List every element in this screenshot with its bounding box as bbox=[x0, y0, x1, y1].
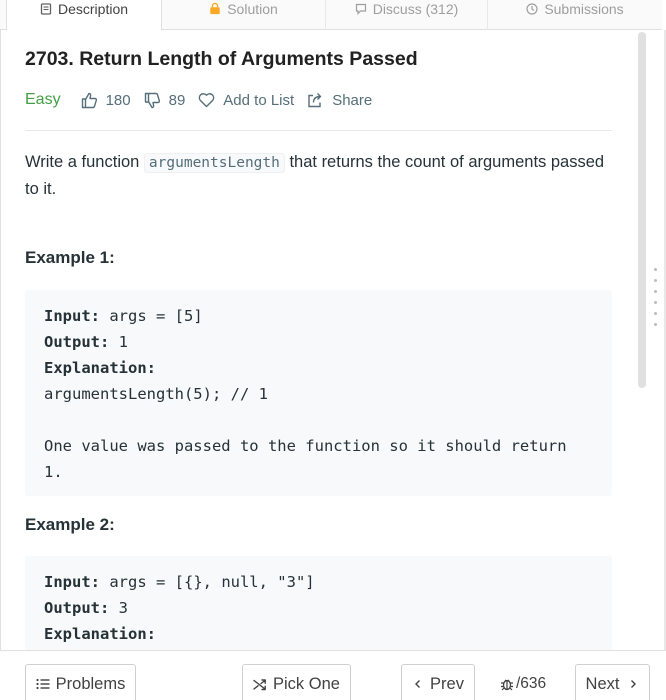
output-label: Output: bbox=[44, 599, 110, 617]
input-label: Input: bbox=[44, 573, 100, 591]
tab-solution[interactable]: Solution bbox=[162, 0, 326, 30]
tab-submissions[interactable]: Submissions bbox=[488, 0, 662, 30]
add-to-list-label: Add to List bbox=[223, 91, 295, 109]
statement-text: Write a function bbox=[25, 153, 144, 171]
inline-code: argumentsLength bbox=[143, 153, 285, 173]
panel-left-border bbox=[0, 30, 1, 650]
example-1-block: Input: args = [5] Output: 1 Explanation: ar… bbox=[25, 290, 612, 496]
comment-icon bbox=[355, 3, 367, 15]
share-icon bbox=[308, 93, 322, 108]
resize-handle[interactable] bbox=[654, 268, 658, 326]
bug-icon bbox=[501, 679, 513, 691]
problems-button[interactable]: Problems bbox=[25, 664, 136, 700]
explanation-label: Explanation: bbox=[44, 359, 156, 377]
share-button[interactable]: Share bbox=[307, 92, 372, 109]
problems-label: Problems bbox=[55, 674, 126, 693]
input-value: args = [{}, null, "3"] bbox=[100, 573, 315, 591]
problem-statement: Write a function argumentsLength that re… bbox=[25, 149, 612, 202]
explanation-line: argumentsLength(5); // 1 bbox=[44, 385, 268, 403]
pick-one-button[interactable]: Pick One bbox=[242, 664, 351, 700]
output-value: 1 bbox=[109, 333, 128, 351]
chevron-left-icon bbox=[415, 680, 421, 688]
output-label: Output: bbox=[44, 333, 110, 351]
heart-icon bbox=[198, 93, 215, 108]
example-2-title: Example 2: bbox=[25, 515, 115, 534]
share-label: Share bbox=[332, 91, 373, 109]
example-1-title: Example 1: bbox=[25, 248, 115, 267]
tab-solution-label: Solution bbox=[227, 1, 278, 17]
chevron-right-icon bbox=[631, 680, 637, 688]
explanation-line bbox=[44, 407, 593, 433]
prev-button[interactable]: Prev bbox=[401, 664, 475, 700]
divider bbox=[25, 130, 612, 131]
tab-discuss-label: Discuss (312) bbox=[372, 1, 459, 17]
scrollbar-thumb[interactable] bbox=[638, 32, 646, 388]
dislike-count: 89 bbox=[168, 91, 186, 109]
counter-label: /636 bbox=[516, 675, 547, 692]
add-to-list-button[interactable]: Add to List bbox=[198, 92, 294, 109]
tab-discuss[interactable]: Discuss (312) bbox=[326, 0, 488, 30]
difficulty-badge: Easy bbox=[25, 91, 61, 108]
thumbs-up-icon bbox=[81, 92, 97, 108]
document-icon bbox=[40, 3, 52, 15]
list-icon bbox=[36, 678, 50, 690]
next-label: Next bbox=[585, 674, 620, 693]
prev-label: Prev bbox=[430, 674, 464, 693]
explanation-label: Explanation: bbox=[44, 625, 156, 643]
next-button[interactable]: Next bbox=[575, 664, 650, 700]
tab-bar: Description Solution Discuss (312) Submi… bbox=[0, 0, 662, 31]
tab-description[interactable]: Description bbox=[6, 0, 162, 31]
like-button[interactable]: 180 bbox=[81, 92, 131, 109]
tab-description-label: Description bbox=[57, 1, 129, 17]
explanation-line: 1. bbox=[44, 463, 63, 481]
bottom-toolbar: Problems Pick One Prev /636 Next bbox=[0, 650, 666, 700]
problem-meta: Easy 180 89 Add to List Share bbox=[25, 90, 385, 110]
problem-counter: /636 bbox=[500, 675, 546, 693]
like-count: 180 bbox=[105, 91, 131, 109]
dislike-button[interactable]: 89 bbox=[144, 91, 186, 109]
pick-one-label: Pick One bbox=[273, 674, 340, 693]
thumbs-down-icon bbox=[144, 92, 160, 108]
output-value: 3 bbox=[109, 599, 128, 617]
problem-title: 2703. Return Length of Arguments Passed bbox=[25, 48, 418, 70]
shuffle-icon bbox=[253, 678, 266, 690]
tab-submissions-label: Submissions bbox=[544, 1, 624, 17]
clock-icon bbox=[526, 3, 538, 15]
explanation-line: One value was passed to the function so … bbox=[44, 437, 567, 455]
lock-icon bbox=[209, 2, 221, 15]
input-value: args = [5] bbox=[100, 307, 203, 325]
input-label: Input: bbox=[44, 307, 100, 325]
